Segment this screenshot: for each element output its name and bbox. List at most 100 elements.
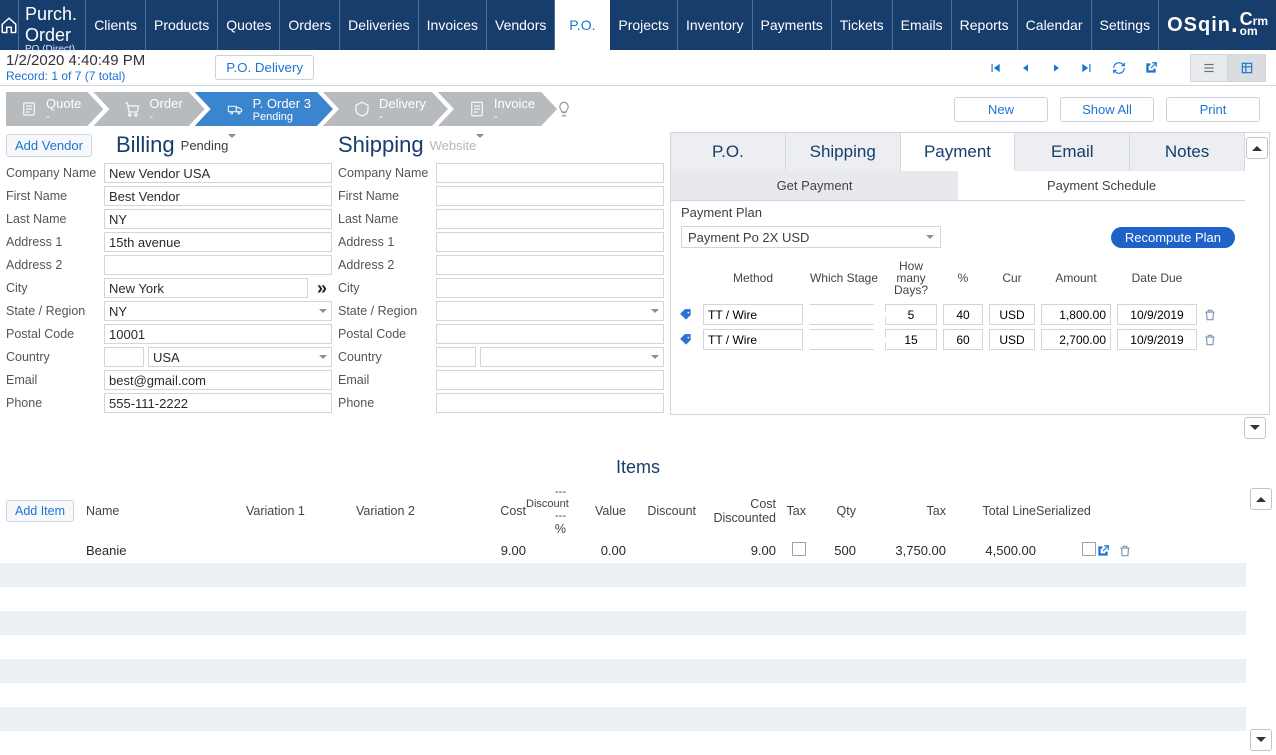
payment-cur-input[interactable]: [989, 304, 1035, 325]
payment-plan-select[interactable]: Payment Po 2X USD: [681, 226, 941, 248]
open-item-icon[interactable]: [1096, 544, 1118, 558]
billing-postal-input[interactable]: [104, 324, 332, 344]
billing-city-input[interactable]: [104, 278, 308, 298]
nav-item-reports[interactable]: Reports: [952, 0, 1018, 50]
trash-icon[interactable]: [1203, 333, 1225, 347]
tab-shipping[interactable]: Shipping: [786, 133, 901, 171]
nav-item-settings[interactable]: Settings: [1092, 0, 1160, 50]
subtab-payment-schedule[interactable]: Payment Schedule: [958, 171, 1245, 201]
payment-stage-input[interactable]: [809, 304, 889, 325]
print-button[interactable]: Print: [1166, 97, 1260, 122]
shipping-last-input[interactable]: [436, 209, 664, 229]
payment-method-input[interactable]: [703, 329, 803, 350]
payment-days-input[interactable]: [885, 304, 937, 325]
shipping-addr2-input[interactable]: [436, 255, 664, 275]
tag-icon[interactable]: [679, 333, 697, 347]
add-item-button[interactable]: Add Item: [6, 500, 74, 522]
shipping-country-select[interactable]: [480, 347, 664, 367]
show-all-button[interactable]: Show All: [1060, 97, 1154, 122]
new-button[interactable]: New: [954, 97, 1048, 122]
billing-company-input[interactable]: [104, 163, 332, 183]
shipping-company-input[interactable]: [436, 163, 664, 183]
nav-next-icon[interactable]: [1050, 62, 1062, 74]
billing-email-input[interactable]: [104, 370, 332, 390]
nav-item-payments[interactable]: Payments: [753, 0, 832, 50]
nav-item-clients[interactable]: Clients: [86, 0, 146, 50]
po-delivery-button[interactable]: P.O. Delivery: [215, 55, 314, 80]
payment-amount-input[interactable]: [1041, 304, 1111, 325]
billing-addr1-input[interactable]: [104, 232, 332, 252]
payment-days-input[interactable]: [885, 329, 937, 350]
nav-item-projects[interactable]: Projects: [610, 0, 678, 50]
stage-quote[interactable]: Quote-: [6, 92, 103, 126]
tab-email[interactable]: Email: [1015, 133, 1130, 171]
nav-item-po[interactable]: P.O.: [555, 0, 610, 50]
shipping-phone-input[interactable]: [436, 393, 664, 413]
view-list-icon[interactable]: [1190, 54, 1228, 82]
stage-p--order-3[interactable]: P. Order 3Pending: [195, 92, 333, 126]
shipping-country-code-input[interactable]: [436, 347, 476, 367]
nav-item-products[interactable]: Products: [146, 0, 218, 50]
payment-cur-input[interactable]: [989, 329, 1035, 350]
stage-delivery[interactable]: Delivery-: [323, 92, 448, 126]
trash-icon[interactable]: [1118, 544, 1140, 558]
billing-country-code-input[interactable]: [104, 347, 144, 367]
subtab-get-payment[interactable]: Get Payment: [671, 171, 958, 201]
billing-phone-input[interactable]: [104, 393, 332, 413]
open-external-icon[interactable]: [1144, 61, 1158, 75]
nav-item-vendors[interactable]: Vendors: [487, 0, 555, 50]
sub-bar: 1/2/2020 4:40:49 PM Record: 1 of 7 (7 to…: [0, 50, 1276, 86]
nav-item-tickets[interactable]: Tickets: [832, 0, 893, 50]
tag-icon[interactable]: [679, 308, 697, 322]
nav-prev-icon[interactable]: [1020, 62, 1032, 74]
payment-stage-input[interactable]: [809, 329, 889, 350]
payment-method-input[interactable]: [703, 304, 803, 325]
payment-due-input[interactable]: [1117, 304, 1197, 325]
shipping-email-input[interactable]: [436, 370, 664, 390]
shipping-city-input[interactable]: [436, 278, 664, 298]
billing-last-input[interactable]: [104, 209, 332, 229]
nav-first-icon[interactable]: [988, 61, 1002, 75]
payment-amount-input[interactable]: [1041, 329, 1111, 350]
stage-invoice[interactable]: Invoice-: [438, 92, 557, 126]
billing-addr2-input[interactable]: [104, 255, 332, 275]
billing-first-input[interactable]: [104, 186, 332, 206]
nav-item-inventory[interactable]: Inventory: [678, 0, 753, 50]
trash-icon[interactable]: [1203, 308, 1225, 322]
billing-status-select[interactable]: Pending: [181, 138, 301, 153]
nav-item-quotes[interactable]: Quotes: [218, 0, 280, 50]
shipping-first-input[interactable]: [436, 186, 664, 206]
nav-item-invoices[interactable]: Invoices: [419, 0, 487, 50]
home-icon[interactable]: [0, 0, 19, 50]
stage-order[interactable]: Order-: [93, 92, 204, 126]
payment-pct-input[interactable]: [943, 329, 983, 350]
refresh-icon[interactable]: [1112, 61, 1126, 75]
recompute-plan-button[interactable]: Recompute Plan: [1111, 227, 1235, 248]
add-vendor-button[interactable]: Add Vendor: [6, 134, 92, 157]
item-serialized-checkbox[interactable]: [1082, 542, 1096, 556]
tab-po[interactable]: P.O.: [671, 133, 786, 171]
billing-state-select[interactable]: NY: [104, 301, 332, 321]
nav-item-emails[interactable]: Emails: [893, 0, 952, 50]
shipping-website-select[interactable]: Website: [430, 138, 550, 153]
payment-collapse-toggle[interactable]: [1246, 137, 1268, 159]
nav-last-icon[interactable]: [1080, 61, 1094, 75]
items-collapse-toggle[interactable]: [1250, 488, 1272, 510]
billing-country-select[interactable]: USA: [148, 347, 332, 367]
tab-notes[interactable]: Notes: [1130, 133, 1245, 171]
copy-to-shipping-icon[interactable]: »: [312, 278, 332, 299]
shipping-state-select[interactable]: [436, 301, 664, 321]
nav-item-orders[interactable]: Orders: [280, 0, 340, 50]
tab-payment[interactable]: Payment: [901, 133, 1016, 171]
payment-pct-input[interactable]: [943, 304, 983, 325]
view-grid-icon[interactable]: [1228, 54, 1266, 82]
item-tax-checkbox[interactable]: [792, 542, 806, 556]
shipping-postal-input[interactable]: [436, 324, 664, 344]
payment-due-input[interactable]: [1117, 329, 1197, 350]
payment-expand-toggle[interactable]: [1244, 417, 1266, 439]
bulb-icon[interactable]: [555, 100, 573, 118]
items-title: Items: [0, 451, 1276, 484]
nav-item-deliveries[interactable]: Deliveries: [340, 0, 418, 50]
nav-item-calendar[interactable]: Calendar: [1018, 0, 1092, 50]
shipping-addr1-input[interactable]: [436, 232, 664, 252]
